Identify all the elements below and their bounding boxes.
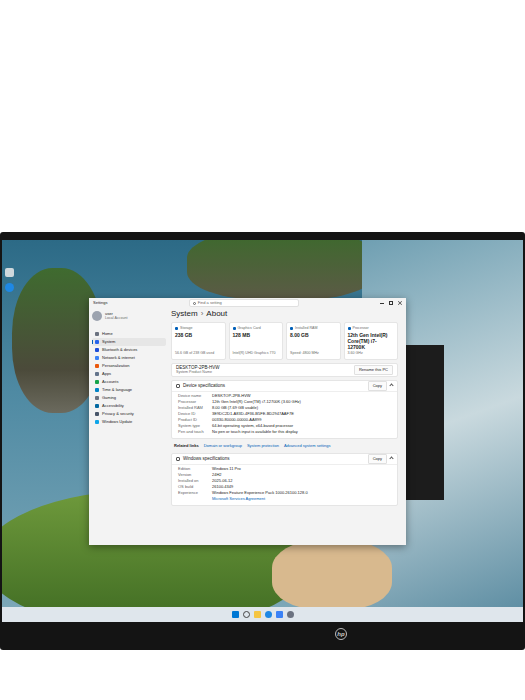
related-link[interactable]: Advanced system settings (284, 443, 330, 449)
sidebar-item[interactable]: Windows Update (92, 418, 166, 426)
taskbar (2, 607, 523, 622)
sidebar: userLocal Account HomeSystemBluetooth & d… (89, 308, 169, 545)
minimize-icon[interactable] (380, 303, 384, 304)
screen: SettingsFind a settinguserLocal Account H… (2, 240, 523, 622)
content: System›About Storage238 GB56.6 GB of 238 … (169, 308, 406, 545)
spec-row: Installed RAM8.00 GB (7.69 GB usable) (178, 405, 391, 411)
sidebar-item[interactable]: Privacy & security (92, 410, 166, 418)
sidebar-icon (95, 388, 99, 392)
section-icon (176, 384, 180, 388)
breadcrumb: System›About (171, 308, 398, 319)
windows-specifications: Windows specificationsCopy EditionWindows… (171, 453, 398, 506)
spec-row: Device ID3E9DC2D1-A83D-4F36-B5FE-BD2947A… (178, 411, 391, 417)
sidebar-item[interactable]: Bluetooth & devices (92, 346, 166, 354)
maximize-icon[interactable] (389, 301, 393, 305)
rename-button[interactable]: Rename this PC (354, 365, 393, 375)
sidebar-icon (95, 412, 99, 416)
start-icon[interactable] (232, 611, 239, 618)
window-controls (380, 301, 402, 305)
sidebar-item[interactable]: Accessibility (92, 402, 166, 410)
sidebar-icon (95, 420, 99, 424)
spec-row: ExperienceWindows Feature Experience Pac… (178, 490, 391, 496)
sidebar-icon (95, 348, 99, 352)
pc-name-row: DESKTOP-2PB-HVWSystem Product NameRename… (171, 363, 398, 377)
store-icon[interactable] (276, 611, 283, 618)
search-icon (193, 302, 196, 305)
desktop-icons (5, 268, 14, 292)
selection-indicator (92, 340, 93, 344)
related-link[interactable]: Domain or workgroup (204, 443, 242, 449)
section-header[interactable]: Device specificationsCopy (172, 381, 397, 391)
search-field[interactable]: Find a setting (189, 299, 299, 307)
hp-logo-icon: hp (335, 628, 347, 640)
spec-row: OS build26100.4349 (178, 484, 391, 490)
search-taskbar-icon[interactable] (243, 611, 250, 618)
spec-row: System type64-bit operating system, x64-… (178, 423, 391, 429)
recycle-bin-icon[interactable] (5, 268, 14, 277)
sidebar-item[interactable]: Apps (92, 370, 166, 378)
wallpaper-cliff-center (187, 240, 377, 300)
chevron-icon (389, 457, 393, 461)
spec-row: Version24H2 (178, 472, 391, 478)
related-link[interactable]: System protection (247, 443, 279, 449)
related-links: Related linksDomain or workgroupSystem p… (171, 442, 398, 450)
wallpaper-beach (272, 540, 392, 610)
sidebar-icon (95, 356, 99, 360)
spec-row: Device nameDESKTOP-2PB-HVW (178, 393, 391, 399)
close-icon[interactable] (398, 301, 402, 305)
summary-card: Storage238 GB56.6 GB of 238 GB used (171, 322, 226, 360)
settings-taskbar-icon[interactable] (287, 611, 294, 618)
sidebar-item[interactable]: Personalization (92, 362, 166, 370)
title-bar: SettingsFind a setting (89, 298, 406, 308)
copy-button[interactable]: Copy (368, 454, 387, 464)
summary-card: Graphics Card128 MBIntel(R) UHD Graphics… (229, 322, 284, 360)
account[interactable]: userLocal Account (92, 308, 166, 324)
chevron-icon (389, 384, 393, 388)
card-icon (290, 327, 293, 330)
sidebar-item[interactable]: Gaming (92, 394, 166, 402)
sidebar-icon (95, 396, 99, 400)
monitor: SettingsFind a settinguserLocal Account H… (0, 232, 525, 650)
sidebar-item[interactable]: Home (92, 330, 166, 338)
spec-row: Pen and touchNo pen or touch input is av… (178, 429, 391, 435)
sidebar-icon (95, 380, 99, 384)
section-icon (176, 457, 180, 461)
sidebar-icon (95, 404, 99, 408)
summary-card: Installed RAM8.00 GBSpeed: 4800 MHz (286, 322, 341, 360)
spec-row: Product ID00330-80000-00000-AA899 (178, 417, 391, 423)
section-header[interactable]: Windows specificationsCopy (172, 454, 397, 464)
background-window (404, 345, 444, 500)
spec-row: Microsoft Services Agreement (178, 496, 391, 502)
spec-row: Processor12th Gen Intel(R) Core(TM) i7-1… (178, 399, 391, 405)
card-icon (233, 327, 236, 330)
card-icon (348, 327, 351, 330)
sidebar-icon (95, 372, 99, 376)
sidebar-item[interactable]: Time & language (92, 386, 166, 394)
edge-icon[interactable] (5, 283, 14, 292)
spec-row: EditionWindows 11 Pro (178, 466, 391, 472)
edge-taskbar-icon[interactable] (265, 611, 272, 618)
card-icon (175, 327, 178, 330)
sidebar-item[interactable]: Network & internet (92, 354, 166, 362)
sidebar-item[interactable]: Accounts (92, 378, 166, 386)
summary-card: Processor12th Gen Intel(R) Core(TM) i7-1… (344, 322, 399, 360)
device-specifications: Device specificationsCopy Device nameDESK… (171, 380, 398, 439)
sidebar-icon (95, 364, 99, 368)
sidebar-item[interactable]: System (92, 338, 166, 346)
sidebar-icon (95, 340, 99, 344)
settings-window: SettingsFind a settinguserLocal Account H… (89, 298, 406, 545)
explorer-icon[interactable] (254, 611, 261, 618)
avatar-icon (92, 311, 102, 321)
sidebar-icon (95, 332, 99, 336)
spec-row: Installed on2025-06-12 (178, 478, 391, 484)
photo: SettingsFind a settinguserLocal Account H… (0, 0, 525, 700)
summary-cards: Storage238 GB56.6 GB of 238 GB usedGraph… (171, 322, 398, 360)
copy-button[interactable]: Copy (368, 381, 387, 391)
